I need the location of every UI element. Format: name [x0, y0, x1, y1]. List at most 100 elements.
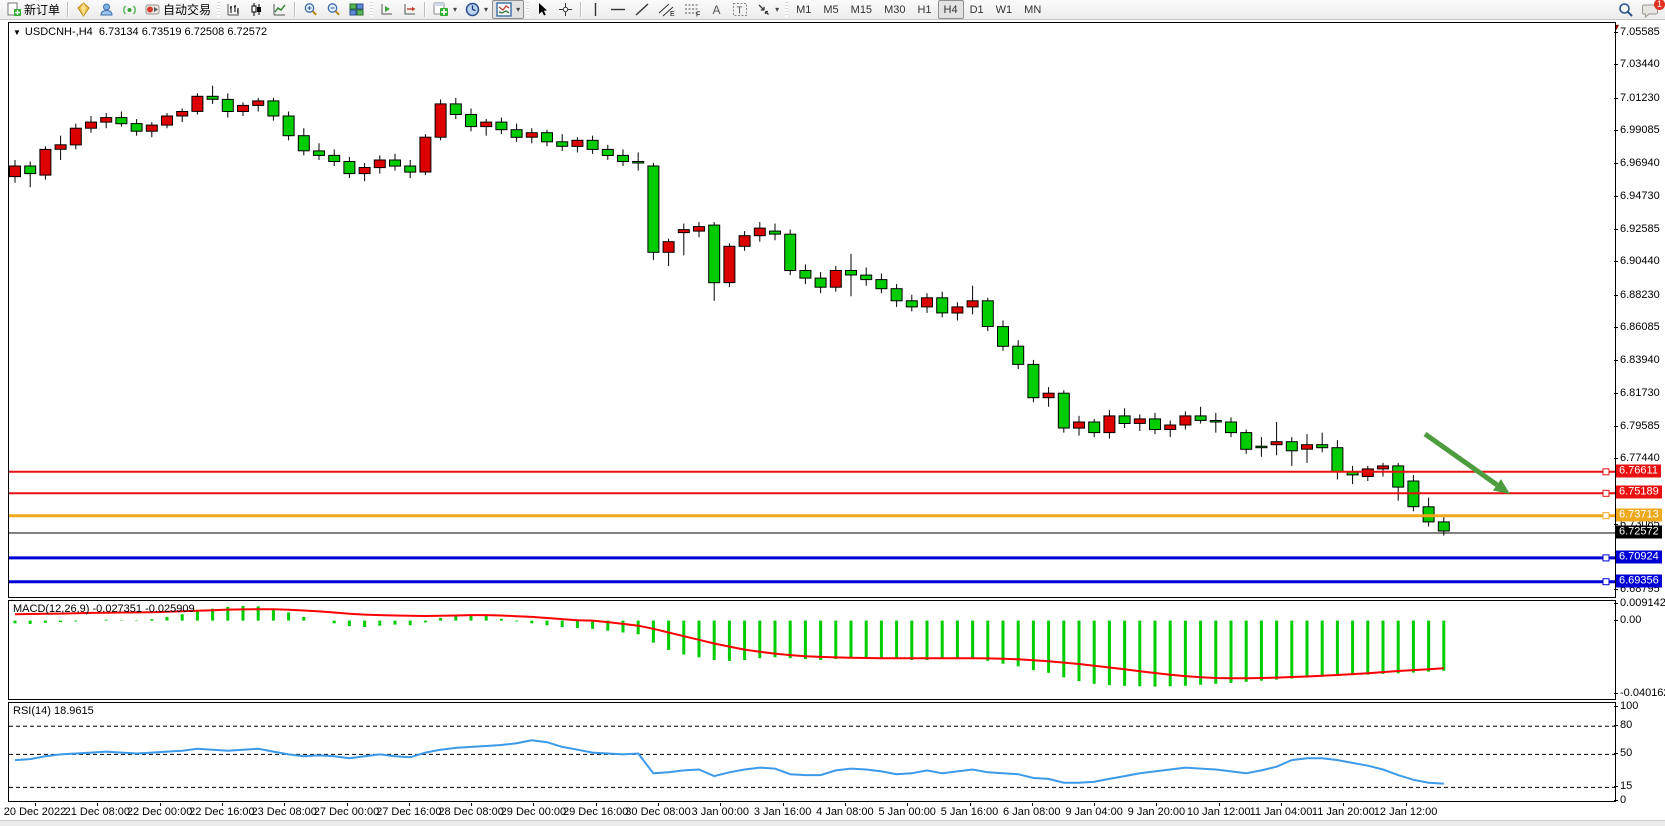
macd-axis-label-tickmark [1614, 620, 1618, 621]
clock-icon [465, 2, 480, 17]
horizontal-line-button[interactable] [606, 0, 630, 19]
search-button[interactable] [1614, 0, 1638, 19]
periods-dropdown-caret[interactable]: ▾ [484, 5, 488, 14]
autotrading-button[interactable]: 自动交易 [141, 0, 215, 19]
signals-button[interactable] [118, 0, 141, 19]
price-axis-label: 6.99085 [1620, 124, 1660, 136]
line-chart-button[interactable] [268, 0, 291, 19]
text-label-button[interactable]: T [728, 0, 752, 19]
rsi-panel[interactable] [8, 702, 1616, 802]
templates-dropdown-caret[interactable]: ▾ [516, 5, 520, 14]
equidistant-channel-button[interactable]: E [654, 0, 680, 19]
rsi-chart[interactable] [9, 703, 1615, 801]
fibonacci-button[interactable]: F [680, 0, 706, 19]
new-order-icon [6, 2, 21, 17]
price-axis-tickmark [1614, 64, 1618, 65]
toolbar-separator [580, 2, 582, 17]
community-button[interactable] [95, 0, 118, 19]
cursor-button[interactable] [531, 0, 554, 19]
templates-button[interactable]: ▾ [492, 0, 524, 19]
price-axis-tickmark [1614, 393, 1618, 394]
chat-unread-badge: 1 [1654, 0, 1665, 10]
rsi-axis-label: 50 [1620, 747, 1632, 759]
rsi-axis-label: 15 [1620, 780, 1632, 792]
price-axis-tickmark [1614, 458, 1618, 459]
price-axis-tickmark [1614, 589, 1618, 590]
arrows-dropdown-caret[interactable]: ▾ [775, 5, 779, 14]
timeframe-button-d1[interactable]: D1 [964, 0, 990, 19]
periods-button[interactable]: ▾ [461, 0, 492, 19]
time-axis-label: 5 Jan 00:00 [878, 806, 936, 818]
auto-scroll-button[interactable] [375, 0, 398, 19]
arrows-button[interactable]: ▾ [752, 0, 783, 19]
price-axis-tickmark [1614, 327, 1618, 328]
price-axis-tickmark [1614, 130, 1618, 131]
time-axis-label: 22 Dec 00:00 [127, 806, 192, 818]
price-axis-tickmark [1614, 32, 1618, 33]
chart-ohlc-values: 6.73134 6.73519 6.72508 6.72572 [99, 26, 267, 38]
time-axis-label: 28 Dec 08:00 [438, 806, 503, 818]
new-order-button[interactable]: 新订单 [2, 0, 64, 19]
crystal-icon [76, 2, 91, 17]
macd-values: -0.027351 -0.025909 [92, 603, 194, 615]
time-axis-label: 29 Dec 00:00 [501, 806, 566, 818]
macd-axis-label-tickmark [1614, 603, 1618, 604]
text-button[interactable]: A [706, 0, 728, 19]
timeframe-button-h1[interactable]: H1 [911, 0, 937, 19]
macd-indicator-label: MACD(12,26,9) -0.027351 -0.025909 [13, 603, 195, 615]
vertical-line-button[interactable] [585, 0, 606, 19]
timeframe-button-m15[interactable]: M15 [845, 0, 878, 19]
macd-axis-label: 0.00 [1620, 614, 1641, 626]
add-indicator-icon [433, 2, 449, 17]
candlestick-chart-button[interactable] [245, 0, 268, 19]
time-axis-label: 3 Jan 16:00 [754, 806, 812, 818]
rsi-axis-label-tickmark [1614, 786, 1618, 787]
chat-button[interactable]: 1 [1638, 0, 1663, 19]
svg-text:E: E [670, 11, 675, 17]
price-axis-tickmark [1614, 196, 1618, 197]
time-axis-label: 5 Jan 16:00 [941, 806, 999, 818]
rsi-axis-label-tickmark [1614, 753, 1618, 754]
price-axis-tickmark [1614, 261, 1618, 262]
toolbar-grip [785, 2, 788, 17]
zoom-in-button[interactable] [299, 0, 322, 19]
trendline-button[interactable] [630, 0, 654, 19]
macd-chart[interactable] [9, 601, 1615, 699]
price-axis-label: 6.83940 [1620, 354, 1660, 366]
bar-chart-button[interactable] [222, 0, 245, 19]
tile-windows-button[interactable] [345, 0, 368, 19]
indicators-dropdown-caret[interactable]: ▾ [453, 5, 457, 14]
crosshair-button[interactable] [554, 0, 577, 19]
chart-shift-button[interactable] [398, 0, 421, 19]
timeframe-button-mn[interactable]: MN [1018, 0, 1047, 19]
timeframe-button-m1[interactable]: M1 [790, 0, 817, 19]
horizontal-scrollbar[interactable] [0, 820, 1665, 826]
timeframe-button-w1[interactable]: W1 [990, 0, 1019, 19]
rsi-axis-label: 80 [1620, 719, 1632, 731]
indicators-button[interactable]: ▾ [429, 0, 461, 19]
zoom-out-button[interactable] [322, 0, 345, 19]
main-price-panel[interactable] [8, 22, 1616, 598]
chart-menu-triangle-icon[interactable]: ▼ [13, 28, 21, 37]
text-icon: A [710, 2, 724, 17]
macd-axis-label: -0.040162 [1620, 687, 1665, 699]
time-axis-label: 6 Jan 08:00 [1003, 806, 1061, 818]
trendline-icon [634, 2, 650, 17]
time-axis-label: 3 Jan 00:00 [692, 806, 750, 818]
fibonacci-icon: F [684, 2, 702, 17]
price-axis-label: 6.88230 [1620, 289, 1660, 301]
time-axis-label: 11 Jan 20:00 [1312, 806, 1375, 818]
level-price-badge: 6.73713 [1616, 508, 1662, 521]
timeframe-button-m5[interactable]: M5 [817, 0, 844, 19]
timeframe-button-m30[interactable]: M30 [878, 0, 911, 19]
timeframe-button-h4[interactable]: H4 [938, 0, 964, 19]
macd-panel[interactable] [8, 600, 1616, 700]
time-axis-label: 22 Dec 16:00 [189, 806, 254, 818]
candlestick-chart[interactable] [9, 23, 1615, 597]
styler-button[interactable] [72, 0, 95, 19]
autotrading-label: 自动交易 [163, 1, 211, 18]
price-axis-label: 6.96940 [1620, 157, 1660, 169]
community-person-icon [99, 2, 114, 17]
price-axis-tickmark [1614, 229, 1618, 230]
price-axis-label: 6.86085 [1620, 321, 1660, 333]
